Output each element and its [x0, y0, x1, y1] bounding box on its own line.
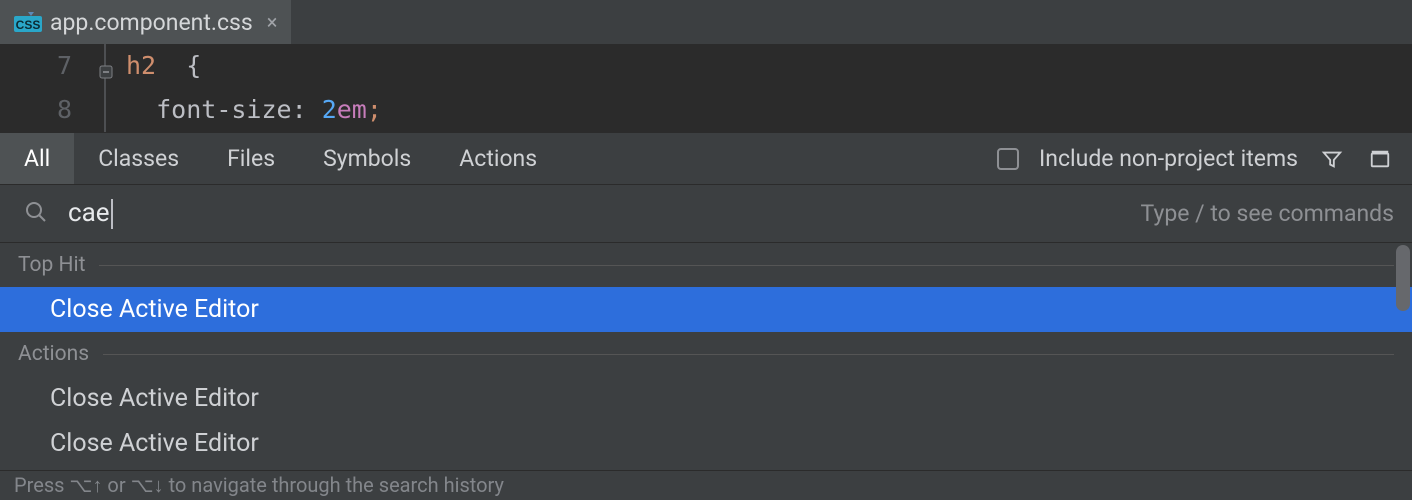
tab-actions[interactable]: Actions — [435, 133, 561, 184]
gutter: 7 8 — [0, 44, 96, 132]
tab-files[interactable]: Files — [203, 133, 299, 184]
line-number: 8 — [0, 88, 72, 132]
code-line: font-size: 2em; — [126, 88, 382, 132]
code-area[interactable]: h2 { font-size: 2em; — [96, 44, 382, 132]
include-non-project-label: Include non-project items — [1039, 145, 1298, 172]
file-tab-label: app.component.css — [50, 9, 253, 36]
fold-handle-icon[interactable] — [98, 50, 114, 66]
tab-symbols[interactable]: Symbols — [299, 133, 435, 184]
editor-tab-bar: CSS app.component.css × — [0, 0, 1412, 44]
results-list: Top Hit Close Active Editor Actions Clos… — [0, 243, 1412, 470]
search-input[interactable]: cae — [68, 198, 1121, 229]
include-non-project-checkbox[interactable] — [997, 148, 1019, 170]
result-item[interactable]: Close Active Editor — [0, 376, 1412, 421]
css-file-icon: CSS — [14, 12, 42, 32]
svg-text:CSS: CSS — [16, 18, 41, 32]
text-caret — [111, 199, 113, 229]
search-row: cae Type / to see commands — [0, 185, 1412, 243]
open-in-window-icon[interactable] — [1366, 145, 1394, 173]
search-scope-tabs: All Classes Files Symbols Actions Includ… — [0, 133, 1412, 185]
close-icon[interactable]: × — [267, 10, 278, 34]
section-header-top-hit: Top Hit — [0, 243, 1412, 287]
result-item[interactable]: Close Active Editor — [0, 287, 1412, 332]
code-line: h2 { — [126, 44, 382, 88]
line-number: 7 — [0, 44, 72, 88]
file-tab[interactable]: CSS app.component.css × — [0, 0, 291, 44]
scrollbar-thumb[interactable] — [1396, 245, 1410, 311]
tab-all[interactable]: All — [0, 133, 74, 184]
code-editor[interactable]: 7 8 h2 { font-size: 2em; — [0, 44, 1412, 132]
result-item[interactable]: Close Active Editor — [0, 421, 1412, 466]
tab-classes[interactable]: Classes — [74, 133, 203, 184]
search-icon — [24, 200, 48, 228]
search-hint: Type / to see commands — [1141, 200, 1394, 227]
search-everywhere-popup: All Classes Files Symbols Actions Includ… — [0, 132, 1412, 500]
section-header-actions: Actions — [0, 332, 1412, 376]
search-footer-hint: Press ⌥↑ or ⌥↓ to navigate through the s… — [0, 470, 1412, 500]
filter-icon[interactable] — [1318, 145, 1346, 173]
